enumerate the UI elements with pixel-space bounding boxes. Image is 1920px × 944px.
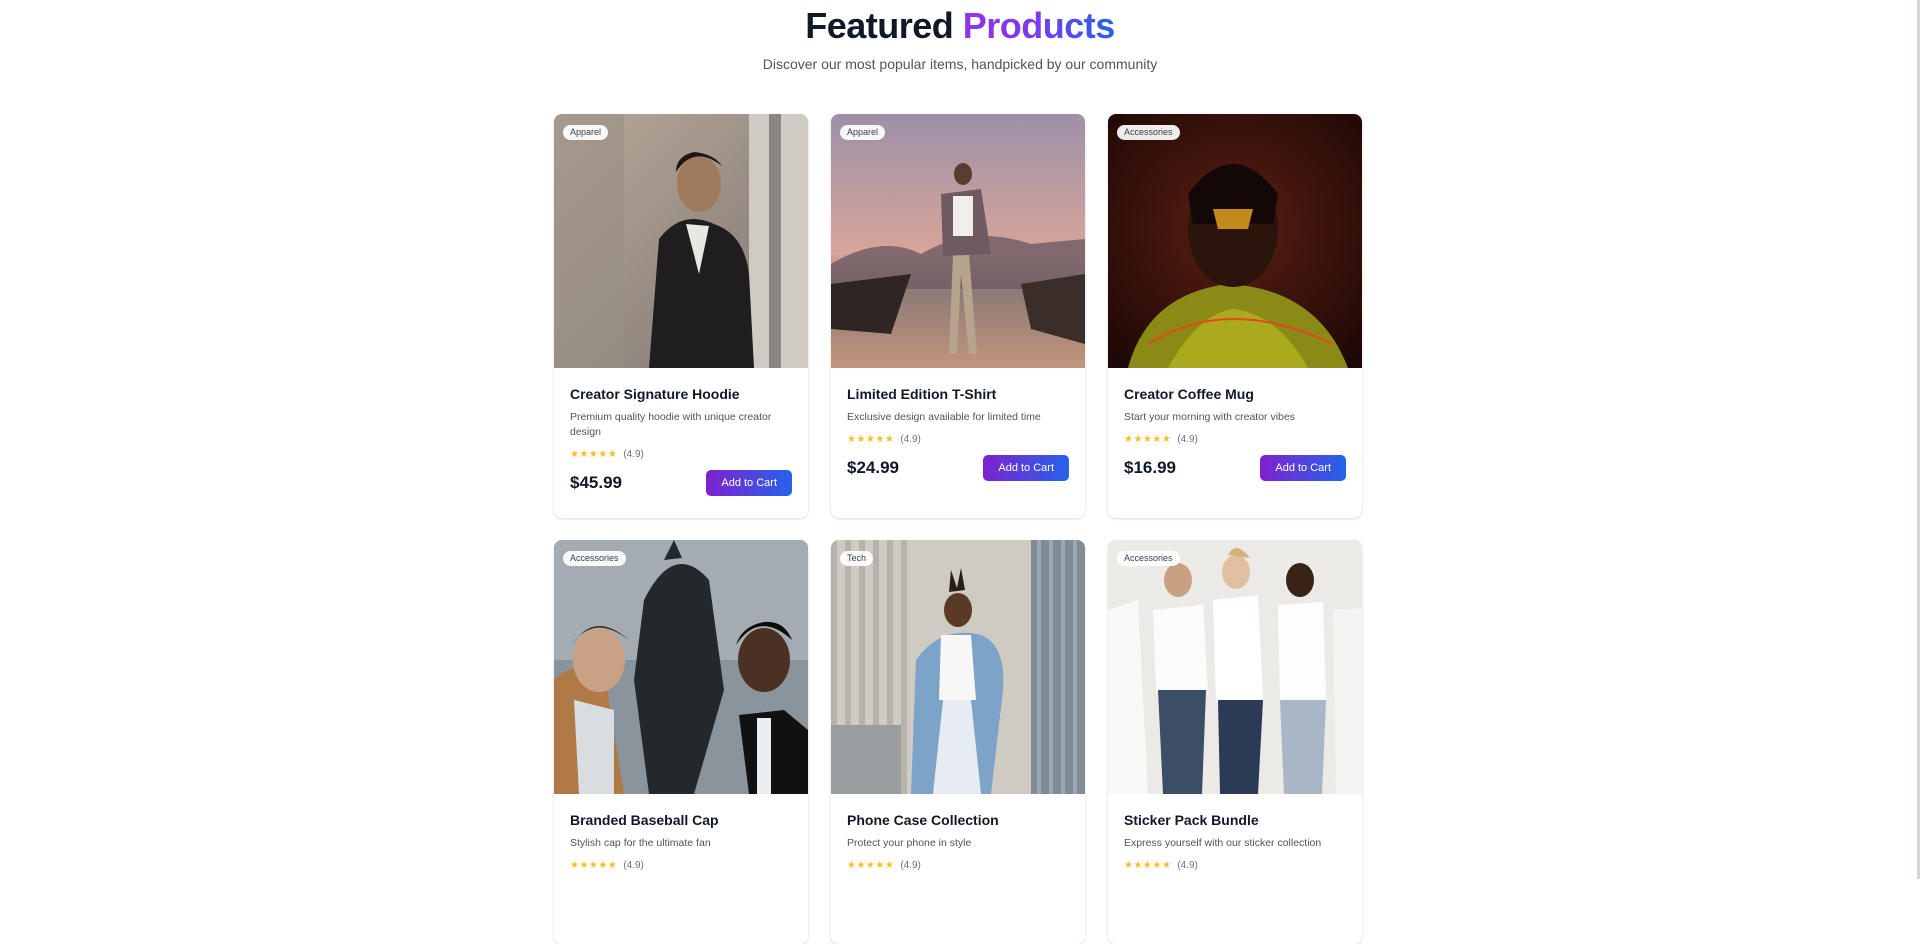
rating-value: (4.9) <box>1177 433 1198 445</box>
star-icon: ★★★★★ <box>1124 433 1172 445</box>
product-name[interactable]: Creator Signature Hoodie <box>570 385 792 403</box>
rating-value: (4.9) <box>623 859 644 871</box>
category-badge: Apparel <box>840 125 886 140</box>
product-description: Premium quality hoodie with unique creat… <box>570 411 772 438</box>
product-photo <box>1108 540 1362 794</box>
category-badge: Accessories <box>1117 125 1180 140</box>
product-price: $45.99 <box>570 473 622 492</box>
product-name[interactable]: Creator Coffee Mug <box>1124 385 1346 403</box>
product-photo <box>554 114 808 368</box>
rating-value: (4.9) <box>623 448 644 460</box>
product-card[interactable]: Apparel Creator Signature Hoodie Premium… <box>554 114 808 518</box>
page-title: Featured Products <box>0 0 1920 46</box>
product-image[interactable]: Accessories <box>1108 114 1362 368</box>
rating-value: (4.9) <box>900 859 921 871</box>
product-price: $16.99 <box>1124 458 1176 477</box>
product-name[interactable]: Limited Edition T-Shirt <box>847 385 1069 403</box>
product-image[interactable]: Accessories <box>1108 540 1362 794</box>
product-photo <box>554 540 808 794</box>
product-rating: ★★★★★ (4.9) <box>847 858 1069 872</box>
product-description: Stylish cap for the ultimate fan <box>570 837 711 849</box>
product-photo <box>1108 114 1362 368</box>
category-badge: Accessories <box>1117 551 1180 566</box>
title-accent: Products <box>962 5 1116 46</box>
section-header: Featured Products Discover our most popu… <box>0 0 1920 73</box>
page-subtitle: Discover our most popular items, handpic… <box>762 56 1158 72</box>
product-description: Express yourself with our sticker collec… <box>1124 837 1322 849</box>
product-description: Start your morning with creator vibes <box>1124 411 1295 423</box>
product-card[interactable]: Accessories Creator Coffee Mug Start you… <box>1108 114 1362 518</box>
product-photo <box>831 114 1085 368</box>
star-icon: ★★★★★ <box>847 433 895 445</box>
product-name[interactable]: Branded Baseball Cap <box>570 811 792 829</box>
product-rating: ★★★★★ (4.9) <box>570 447 792 461</box>
product-price: $24.99 <box>847 458 899 477</box>
star-icon: ★★★★★ <box>1124 859 1172 871</box>
product-image[interactable]: Tech <box>831 540 1085 794</box>
star-icon: ★★★★★ <box>570 859 618 871</box>
add-to-cart-button[interactable]: Add to Cart <box>706 470 792 496</box>
product-name[interactable]: Sticker Pack Bundle <box>1124 811 1346 829</box>
title-main: Featured <box>805 5 954 46</box>
product-image[interactable]: Apparel <box>831 114 1085 368</box>
product-card[interactable]: Apparel Limited Edition T-Shirt Exclusiv… <box>831 114 1085 518</box>
category-badge: Tech <box>840 551 874 566</box>
product-image[interactable]: Apparel <box>554 114 808 368</box>
product-rating: ★★★★★ (4.9) <box>1124 432 1346 446</box>
category-badge: Apparel <box>563 125 609 140</box>
product-card[interactable]: Accessories Branded Baseball Cap Stylish… <box>554 540 808 944</box>
rating-value: (4.9) <box>900 433 921 445</box>
product-name[interactable]: Phone Case Collection <box>847 811 1069 829</box>
star-icon: ★★★★★ <box>847 859 895 871</box>
star-icon: ★★★★★ <box>570 448 618 460</box>
product-description: Exclusive design available for limited t… <box>847 411 1041 423</box>
rating-value: (4.9) <box>1177 859 1198 871</box>
product-card[interactable]: Accessories Sticker Pack Bundle Express … <box>1108 540 1362 944</box>
category-badge: Accessories <box>563 551 626 566</box>
product-description: Protect your phone in style <box>847 837 972 849</box>
product-card[interactable]: Tech Phone Case Collection Protect your … <box>831 540 1085 944</box>
product-rating: ★★★★★ (4.9) <box>847 432 1069 446</box>
add-to-cart-button[interactable]: Add to Cart <box>983 455 1069 481</box>
product-rating: ★★★★★ (4.9) <box>1124 858 1346 872</box>
product-image[interactable]: Accessories <box>554 540 808 794</box>
product-rating: ★★★★★ (4.9) <box>570 858 792 872</box>
add-to-cart-button[interactable]: Add to Cart <box>1260 455 1346 481</box>
product-grid: Apparel Creator Signature Hoodie Premium… <box>554 114 1362 944</box>
product-photo <box>831 540 1085 794</box>
